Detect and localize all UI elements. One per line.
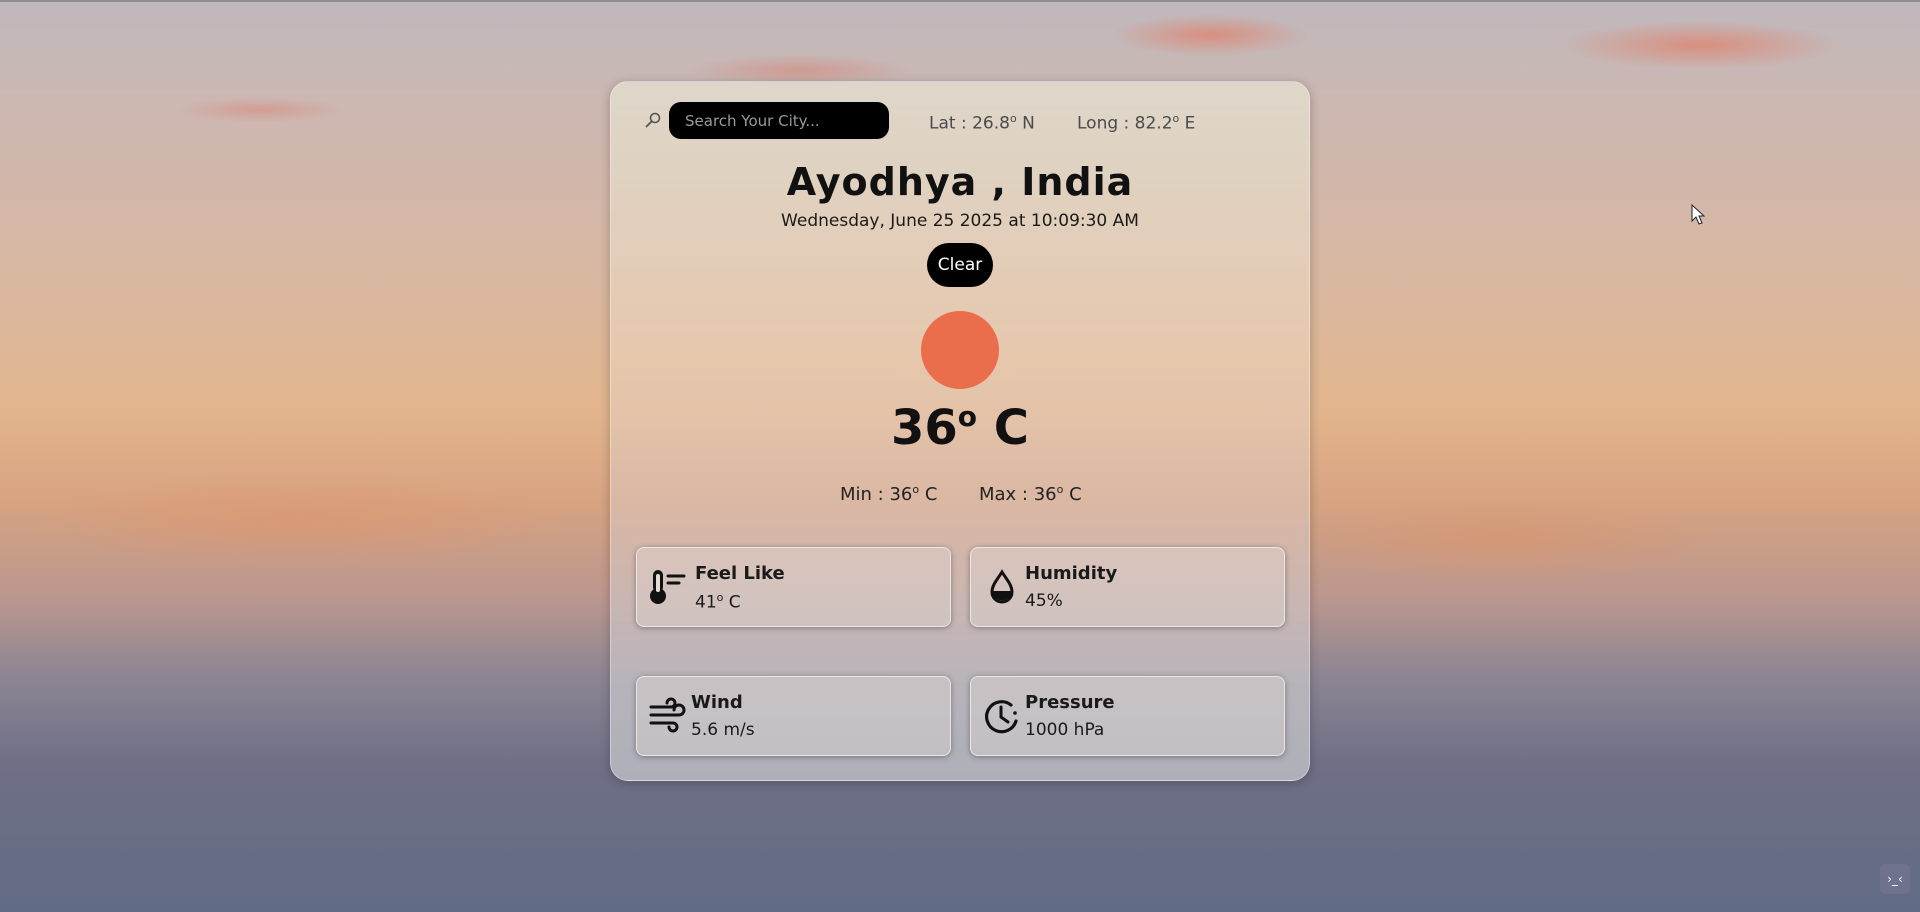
search-input[interactable] (669, 102, 889, 139)
gauge-icon (985, 700, 1018, 734)
mouse-cursor-icon (1691, 204, 1705, 225)
condition-badge: Clear (927, 243, 993, 287)
feels-like-value: 41o C (695, 591, 741, 613)
min-temperature: Min : 36o C (840, 483, 938, 505)
search-icon[interactable] (645, 112, 661, 128)
wind-label: Wind (691, 692, 743, 713)
pressure-value: 1000 hPa (1025, 720, 1105, 740)
latitude-readout: Lat : 26.8o N (929, 112, 1035, 134)
humidity-tile: Humidity 45% (970, 547, 1285, 627)
pressure-label: Pressure (1025, 692, 1115, 713)
sun-icon (921, 311, 999, 389)
date-time: Wednesday, June 25 2025 at 10:09:30 AM (781, 211, 1139, 231)
humidity-value: 45% (1025, 591, 1063, 611)
wind-tile: Wind 5.6 m/s (636, 676, 951, 756)
window-top-border (0, 0, 1920, 2)
humidity-label: Humidity (1025, 563, 1118, 584)
pressure-tile: Pressure 1000 hPa (970, 676, 1285, 756)
terminal-button[interactable]: ›_‹ (1880, 864, 1910, 894)
max-temperature: Max : 36o C (979, 483, 1082, 505)
feels-like-label: Feel Like (695, 563, 785, 584)
feels-like-tile: Feel Like 41o C (636, 547, 951, 627)
droplet-icon (990, 569, 1014, 604)
current-temperature: 36o C (891, 400, 1029, 456)
weather-card: Lat : 26.8o N Long : 82.2o E Ayodhya , I… (610, 81, 1310, 781)
wind-icon (649, 697, 686, 733)
wind-value: 5.6 m/s (691, 720, 755, 740)
location-title: Ayodhya , India (786, 160, 1134, 204)
thermometer-icon (650, 570, 686, 604)
longitude-readout: Long : 82.2o E (1077, 112, 1196, 134)
